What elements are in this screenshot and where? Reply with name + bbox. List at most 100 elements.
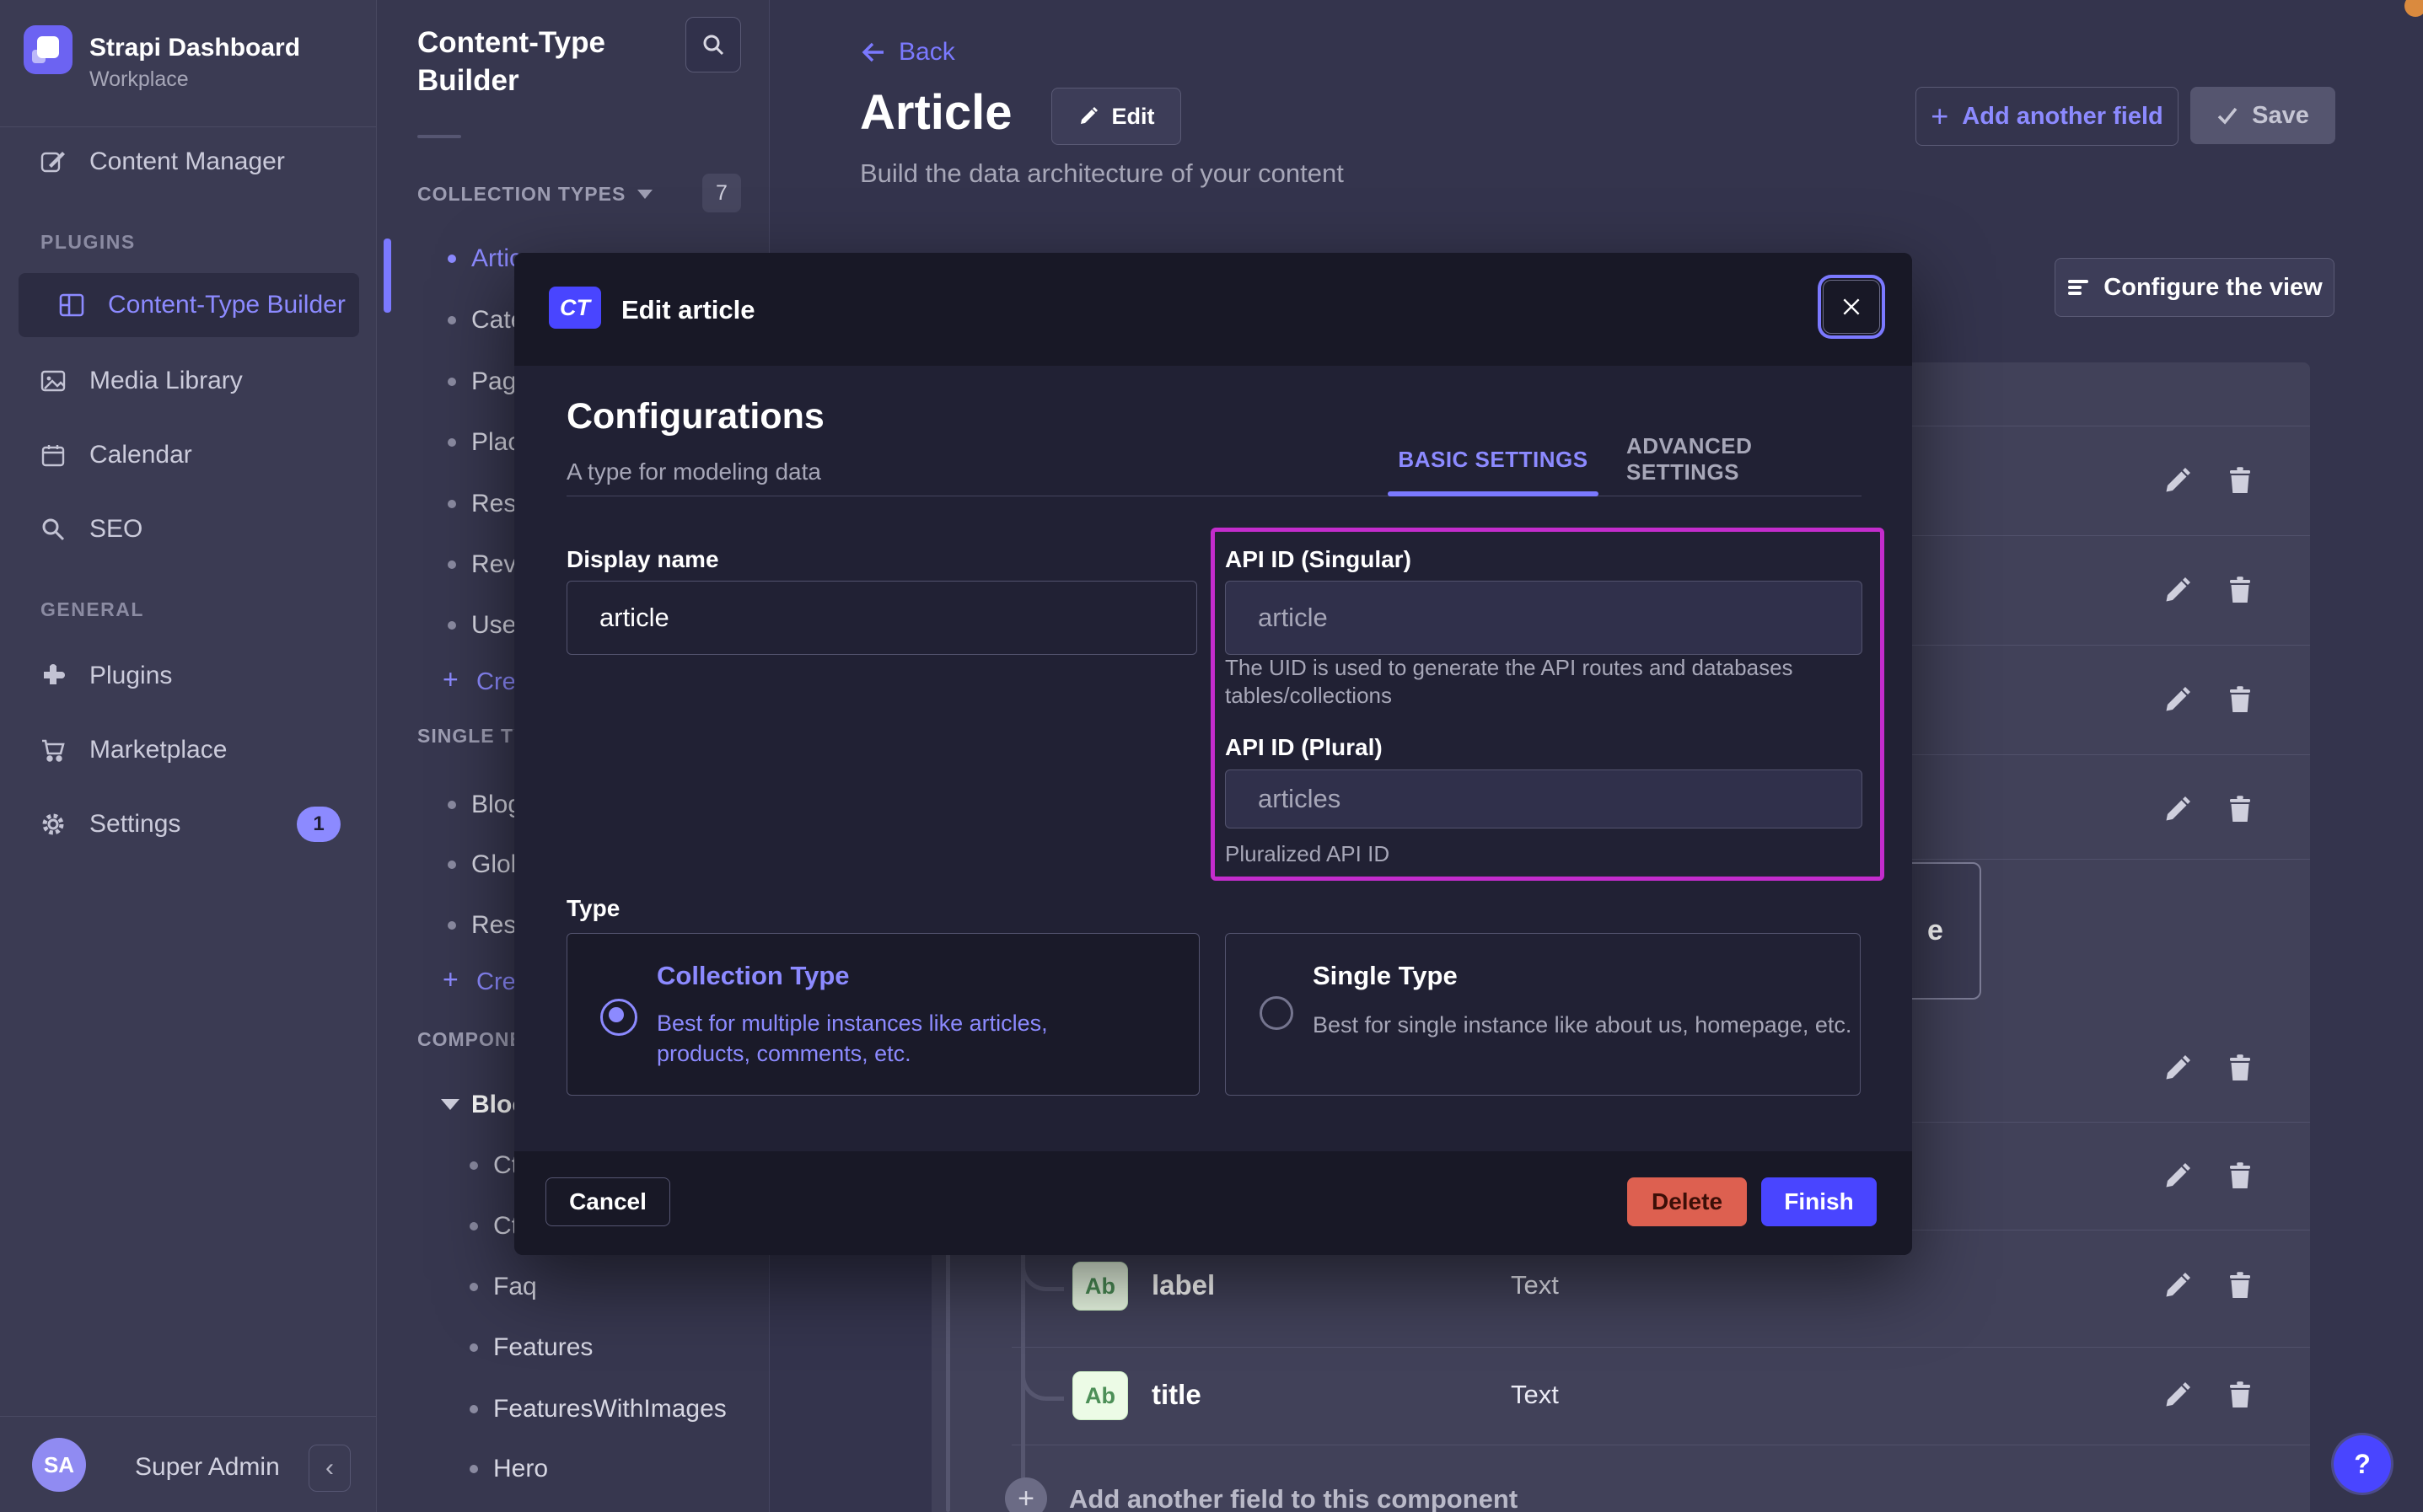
plus-icon[interactable]: +	[1005, 1477, 1047, 1512]
add-another-field-button[interactable]: + Add another field	[1915, 87, 2179, 146]
strapi-app: Strapi Dashboard Workplace Content Manag…	[0, 0, 2423, 1512]
single-type-desc: Best for single instance like about us, …	[1313, 1010, 1852, 1040]
type-label: Type	[567, 895, 620, 922]
add-component-field-button[interactable]: Add another field to this component	[1069, 1484, 1518, 1512]
sidebar-item-label: Calendar	[89, 441, 192, 469]
bullet	[448, 560, 456, 569]
edit-icon[interactable]	[2162, 1380, 2193, 1410]
bullet	[470, 1405, 478, 1413]
single-type-option[interactable]: Single Type Best for single instance lik…	[1225, 933, 1861, 1096]
image-icon	[40, 368, 66, 394]
text-field-type-badge: Ab	[1072, 1371, 1128, 1420]
trash-icon[interactable]	[2225, 794, 2255, 824]
strapi-logo	[24, 25, 73, 74]
bullet	[470, 1465, 478, 1473]
trash-icon[interactable]	[2225, 1270, 2255, 1300]
api-id-plural-help: Pluralized API ID	[1225, 840, 1389, 868]
sidebar-item-label: Content-Type Builder	[108, 291, 346, 319]
bullet	[448, 861, 456, 869]
arrow-left-icon	[860, 39, 887, 66]
trash-icon[interactable]	[2225, 684, 2255, 715]
radio-unselected-icon[interactable]	[1260, 996, 1293, 1030]
edit-icon[interactable]	[2162, 1161, 2193, 1191]
bullet	[448, 921, 456, 930]
list-item[interactable]: Hero	[493, 1455, 548, 1483]
edit-button[interactable]: Edit	[1051, 88, 1181, 145]
sidebar-item-content-type-builder[interactable]: Content-Type Builder	[19, 273, 359, 337]
sidebar-item-settings[interactable]: Settings 1	[0, 792, 376, 856]
trash-icon[interactable]	[2225, 1053, 2255, 1083]
divider	[0, 1416, 376, 1417]
page-title: Article	[860, 84, 1013, 141]
search-icon	[701, 32, 726, 57]
edit-icon[interactable]	[2162, 575, 2193, 605]
avatar[interactable]: SA	[32, 1438, 86, 1492]
collection-type-title: Collection Type	[657, 961, 850, 991]
delete-button[interactable]: Delete	[1627, 1177, 1747, 1226]
trash-icon[interactable]	[2225, 1380, 2255, 1410]
collection-type-option[interactable]: Collection Type Best for multiple instan…	[567, 933, 1200, 1096]
active-tab-indicator	[1388, 491, 1598, 496]
sidebar-collapse-button[interactable]: ‹	[309, 1445, 351, 1492]
sidebar-section-general: GENERAL	[40, 598, 144, 621]
radio-selected-icon[interactable]	[600, 999, 637, 1036]
plus-icon: +	[443, 664, 459, 695]
sidebar-item-label: Media Library	[89, 367, 243, 395]
edit-icon[interactable]	[2162, 465, 2193, 496]
cancel-button[interactable]: Cancel	[545, 1177, 670, 1226]
edit-icon[interactable]	[2162, 794, 2193, 824]
panel-scrollbar-thumb[interactable]	[384, 239, 391, 313]
sidebar-item-label: Plugins	[89, 662, 172, 690]
puzzle-icon	[40, 663, 66, 689]
divider	[417, 135, 461, 138]
help-button[interactable]: ?	[2334, 1435, 2391, 1493]
list-item[interactable]: Features	[493, 1333, 593, 1362]
bullet	[448, 801, 456, 809]
trash-icon[interactable]	[2225, 1161, 2255, 1191]
tab-advanced-settings[interactable]: ADVANCED SETTINGS	[1626, 445, 1845, 474]
sidebar-item-label: Settings	[89, 810, 180, 839]
api-id-plural-input[interactable]	[1225, 769, 1862, 828]
trash-icon[interactable]	[2225, 465, 2255, 496]
collection-types-header[interactable]: COLLECTION TYPES	[417, 180, 653, 207]
sidebar-item-content-manager[interactable]: Content Manager	[0, 130, 376, 194]
api-id-singular-input[interactable]	[1225, 581, 1862, 655]
trash-icon[interactable]	[2225, 575, 2255, 605]
bullet	[448, 621, 456, 630]
list-item[interactable]: Plac	[471, 428, 520, 457]
plus-icon: +	[1931, 99, 1948, 134]
list-item[interactable]: Faq	[493, 1273, 537, 1301]
bullet	[448, 500, 456, 508]
sidebar-item-calendar[interactable]: Calendar	[0, 423, 376, 487]
configure-the-view-button[interactable]: Configure the view	[2055, 258, 2334, 317]
components-header[interactable]: COMPONE	[417, 1028, 524, 1051]
field-type: Text	[1511, 1270, 1559, 1300]
finish-button[interactable]: Finish	[1761, 1177, 1877, 1226]
bullet	[448, 316, 456, 324]
user-name: Super Admin	[135, 1453, 280, 1482]
tab-basic-settings[interactable]: BASIC SETTINGS	[1388, 445, 1598, 474]
sidebar-item-seo[interactable]: SEO	[0, 497, 376, 561]
save-button[interactable]: Save	[2190, 87, 2335, 144]
edit-icon[interactable]	[2162, 1270, 2193, 1300]
recording-indicator-dot	[2404, 0, 2423, 17]
display-name-input[interactable]	[567, 581, 1197, 655]
edit-icon[interactable]	[2162, 684, 2193, 715]
magnifier-icon	[40, 517, 66, 542]
strapi-logo-glyph-shade	[32, 50, 46, 63]
workspace-title: Strapi Dashboard	[89, 34, 300, 62]
back-link[interactable]: Back	[860, 38, 955, 67]
modal-heading: Configurations	[567, 396, 825, 437]
gear-icon	[40, 812, 66, 837]
search-button[interactable]	[685, 17, 741, 72]
edit-icon[interactable]	[2162, 1053, 2193, 1083]
single-types-header[interactable]: SINGLE TY	[417, 725, 527, 748]
sidebar-item-marketplace[interactable]: Marketplace	[0, 718, 376, 782]
close-button[interactable]	[1823, 280, 1880, 334]
layout-grid-icon	[59, 292, 84, 318]
sidebar-item-media-library[interactable]: Media Library	[0, 349, 376, 413]
bullet	[470, 1222, 478, 1231]
list-item[interactable]: FeaturesWithImages	[493, 1395, 727, 1424]
check-icon	[2216, 105, 2238, 126]
sidebar-item-plugins[interactable]: Plugins	[0, 644, 376, 708]
